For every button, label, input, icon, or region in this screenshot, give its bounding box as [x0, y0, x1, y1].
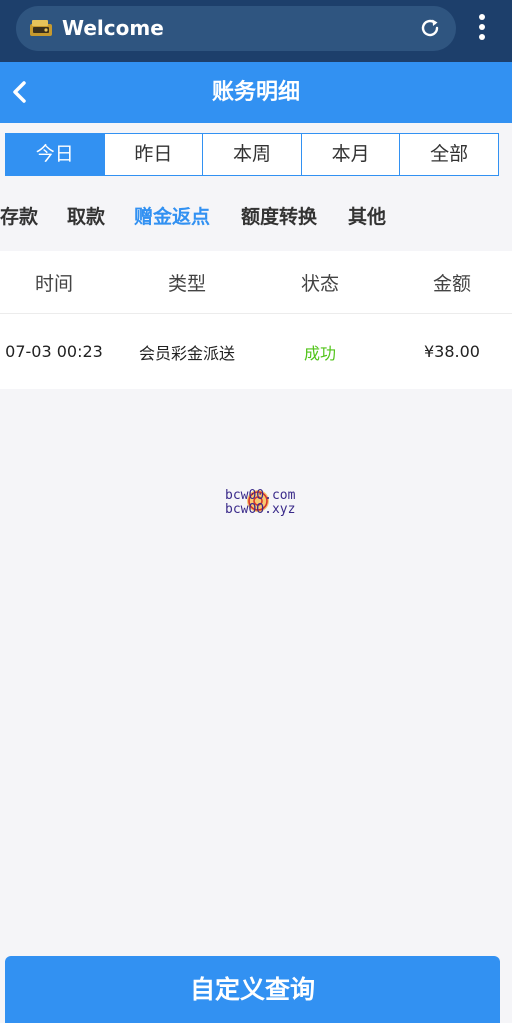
row-type: 会员彩金派送	[138, 343, 235, 363]
table-row[interactable]: 07-03 00:23 会员彩金派送 成功 ¥38.00	[0, 314, 512, 389]
header-title: 账务明细	[211, 80, 300, 105]
custom-query-button[interactable]: 自定义查询	[5, 956, 500, 1023]
column-header-status: 状态	[300, 272, 339, 295]
watermark-line-1: bcw00.com	[225, 488, 296, 503]
column-header-time: 时间	[34, 272, 73, 295]
tab-today[interactable]: 今日	[6, 134, 104, 175]
table-header: 时间 类型 状态 金额	[0, 251, 512, 314]
row-status: 成功	[303, 343, 336, 363]
row-amount: ¥38.00	[424, 342, 480, 361]
wallet-icon	[29, 18, 53, 38]
more-vert-icon[interactable]	[470, 13, 494, 43]
period-tabs: 今日 昨日 本周 本月 全部	[5, 133, 499, 176]
column-header-type: 类型	[167, 272, 206, 295]
category-tab-transfer[interactable]: 额度转换	[241, 204, 317, 230]
tab-yesterday[interactable]: 昨日	[103, 134, 203, 175]
category-tab-other[interactable]: 其他	[348, 204, 386, 230]
category-tab-bonus-rebate[interactable]: 赠金返点	[134, 204, 210, 230]
category-tab-withdraw[interactable]: 取款	[67, 204, 105, 230]
tab-this-month[interactable]: 本月	[300, 134, 400, 175]
row-time: 07-03 00:23	[5, 342, 103, 361]
category-tabs: 存款 取款 赠金返点 额度转换 其他	[0, 190, 512, 246]
address-bar[interactable]: Welcome	[16, 6, 456, 51]
app-header: 账务明细	[0, 62, 512, 123]
watermark: bcw00.com bcwOO.xyz	[225, 489, 305, 519]
browser-bar: Welcome	[0, 0, 512, 62]
page-title: Welcome	[62, 16, 164, 40]
column-header-amount: 金额	[432, 272, 471, 295]
category-tab-deposit[interactable]: 存款	[0, 204, 38, 230]
tab-all[interactable]: 全部	[399, 134, 498, 175]
reload-icon[interactable]	[418, 16, 442, 40]
watermark-line-2: bcwOO.xyz	[225, 502, 296, 517]
chevron-left-icon[interactable]	[7, 79, 33, 105]
tab-this-week[interactable]: 本周	[202, 134, 301, 175]
